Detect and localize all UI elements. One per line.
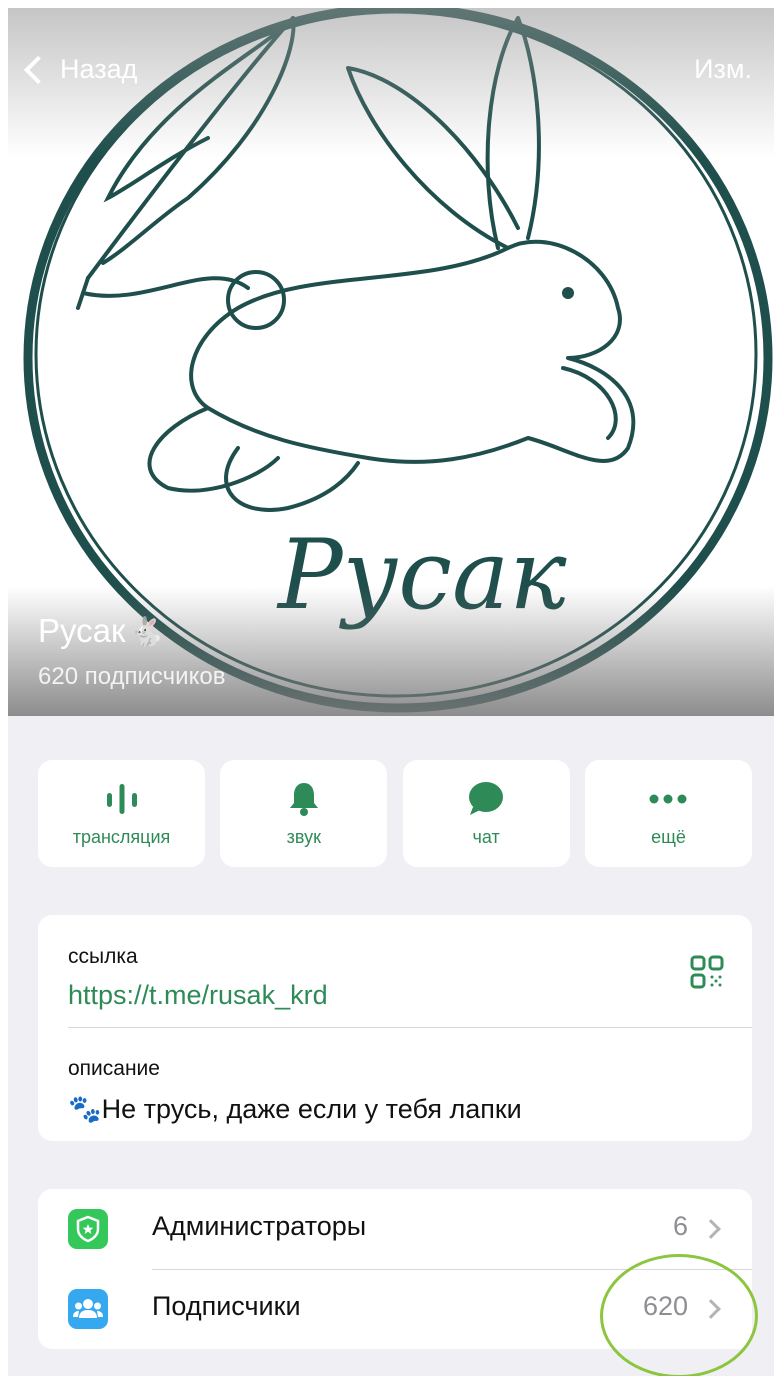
channel-cover: Русак Назад Изм. Русак 🐇 620 подписчиков <box>8 8 774 716</box>
list-item-administrators[interactable]: Администраторы 6 <box>38 1189 752 1269</box>
admin-shield-icon <box>68 1209 108 1249</box>
broadcast-button[interactable]: трансляция <box>38 760 205 867</box>
more-label: ещё <box>651 827 686 847</box>
back-button[interactable]: Назад <box>22 54 137 85</box>
members-list-card: Администраторы 6 Подписчики 620 <box>38 1189 752 1349</box>
broadcast-label: трансляция <box>72 827 171 847</box>
subscribers-count-text: 620 подписчиков <box>38 663 226 690</box>
sound-label: звук <box>286 827 321 847</box>
broadcast-icon <box>103 779 141 819</box>
channel-title: Русак 🐇 <box>38 612 164 650</box>
subscribers-count: 620 <box>642 1291 688 1321</box>
administrators-count: 6 <box>672 1211 688 1241</box>
info-divider <box>68 1027 752 1028</box>
description-caption: описание <box>68 1057 160 1080</box>
administrators-label: Администраторы <box>152 1211 367 1241</box>
chevron-left-icon <box>23 55 53 84</box>
more-button[interactable]: ещё <box>584 760 752 867</box>
edit-button[interactable]: Изм. <box>694 54 752 85</box>
bell-icon <box>287 779 321 819</box>
subscribers-icon <box>68 1289 108 1329</box>
link-caption: ссылка <box>68 945 138 968</box>
subscribers-label: Подписчики <box>152 1291 301 1321</box>
chevron-right-icon <box>701 1219 721 1239</box>
qr-code-icon[interactable] <box>690 955 724 989</box>
list-item-subscribers[interactable]: Подписчики 620 <box>38 1269 752 1349</box>
back-label: Назад <box>60 54 138 84</box>
channel-name: Русак <box>38 612 126 649</box>
more-icon <box>648 779 688 819</box>
sound-button[interactable]: звук <box>220 760 388 867</box>
channel-info-card: ссылка https://t.me/rusak_krd описание 🐾… <box>38 915 752 1141</box>
rabbit-emoji-icon: 🐇 <box>129 615 165 647</box>
chat-icon <box>467 779 505 819</box>
chat-button[interactable]: чат <box>402 760 570 867</box>
channel-info-screen: Русак Назад Изм. Русак 🐇 620 подписчиков… <box>8 8 774 1376</box>
channel-link[interactable]: https://t.me/rusak_krd <box>68 980 328 1011</box>
chat-label: чат <box>472 827 500 847</box>
action-buttons-row: трансляция звук чат ещё <box>38 760 752 867</box>
channel-description: 🐾Не трусь, даже если у тебя лапки <box>68 1094 522 1124</box>
cover-bottom-shade <box>8 586 774 716</box>
chevron-right-icon <box>701 1299 721 1319</box>
